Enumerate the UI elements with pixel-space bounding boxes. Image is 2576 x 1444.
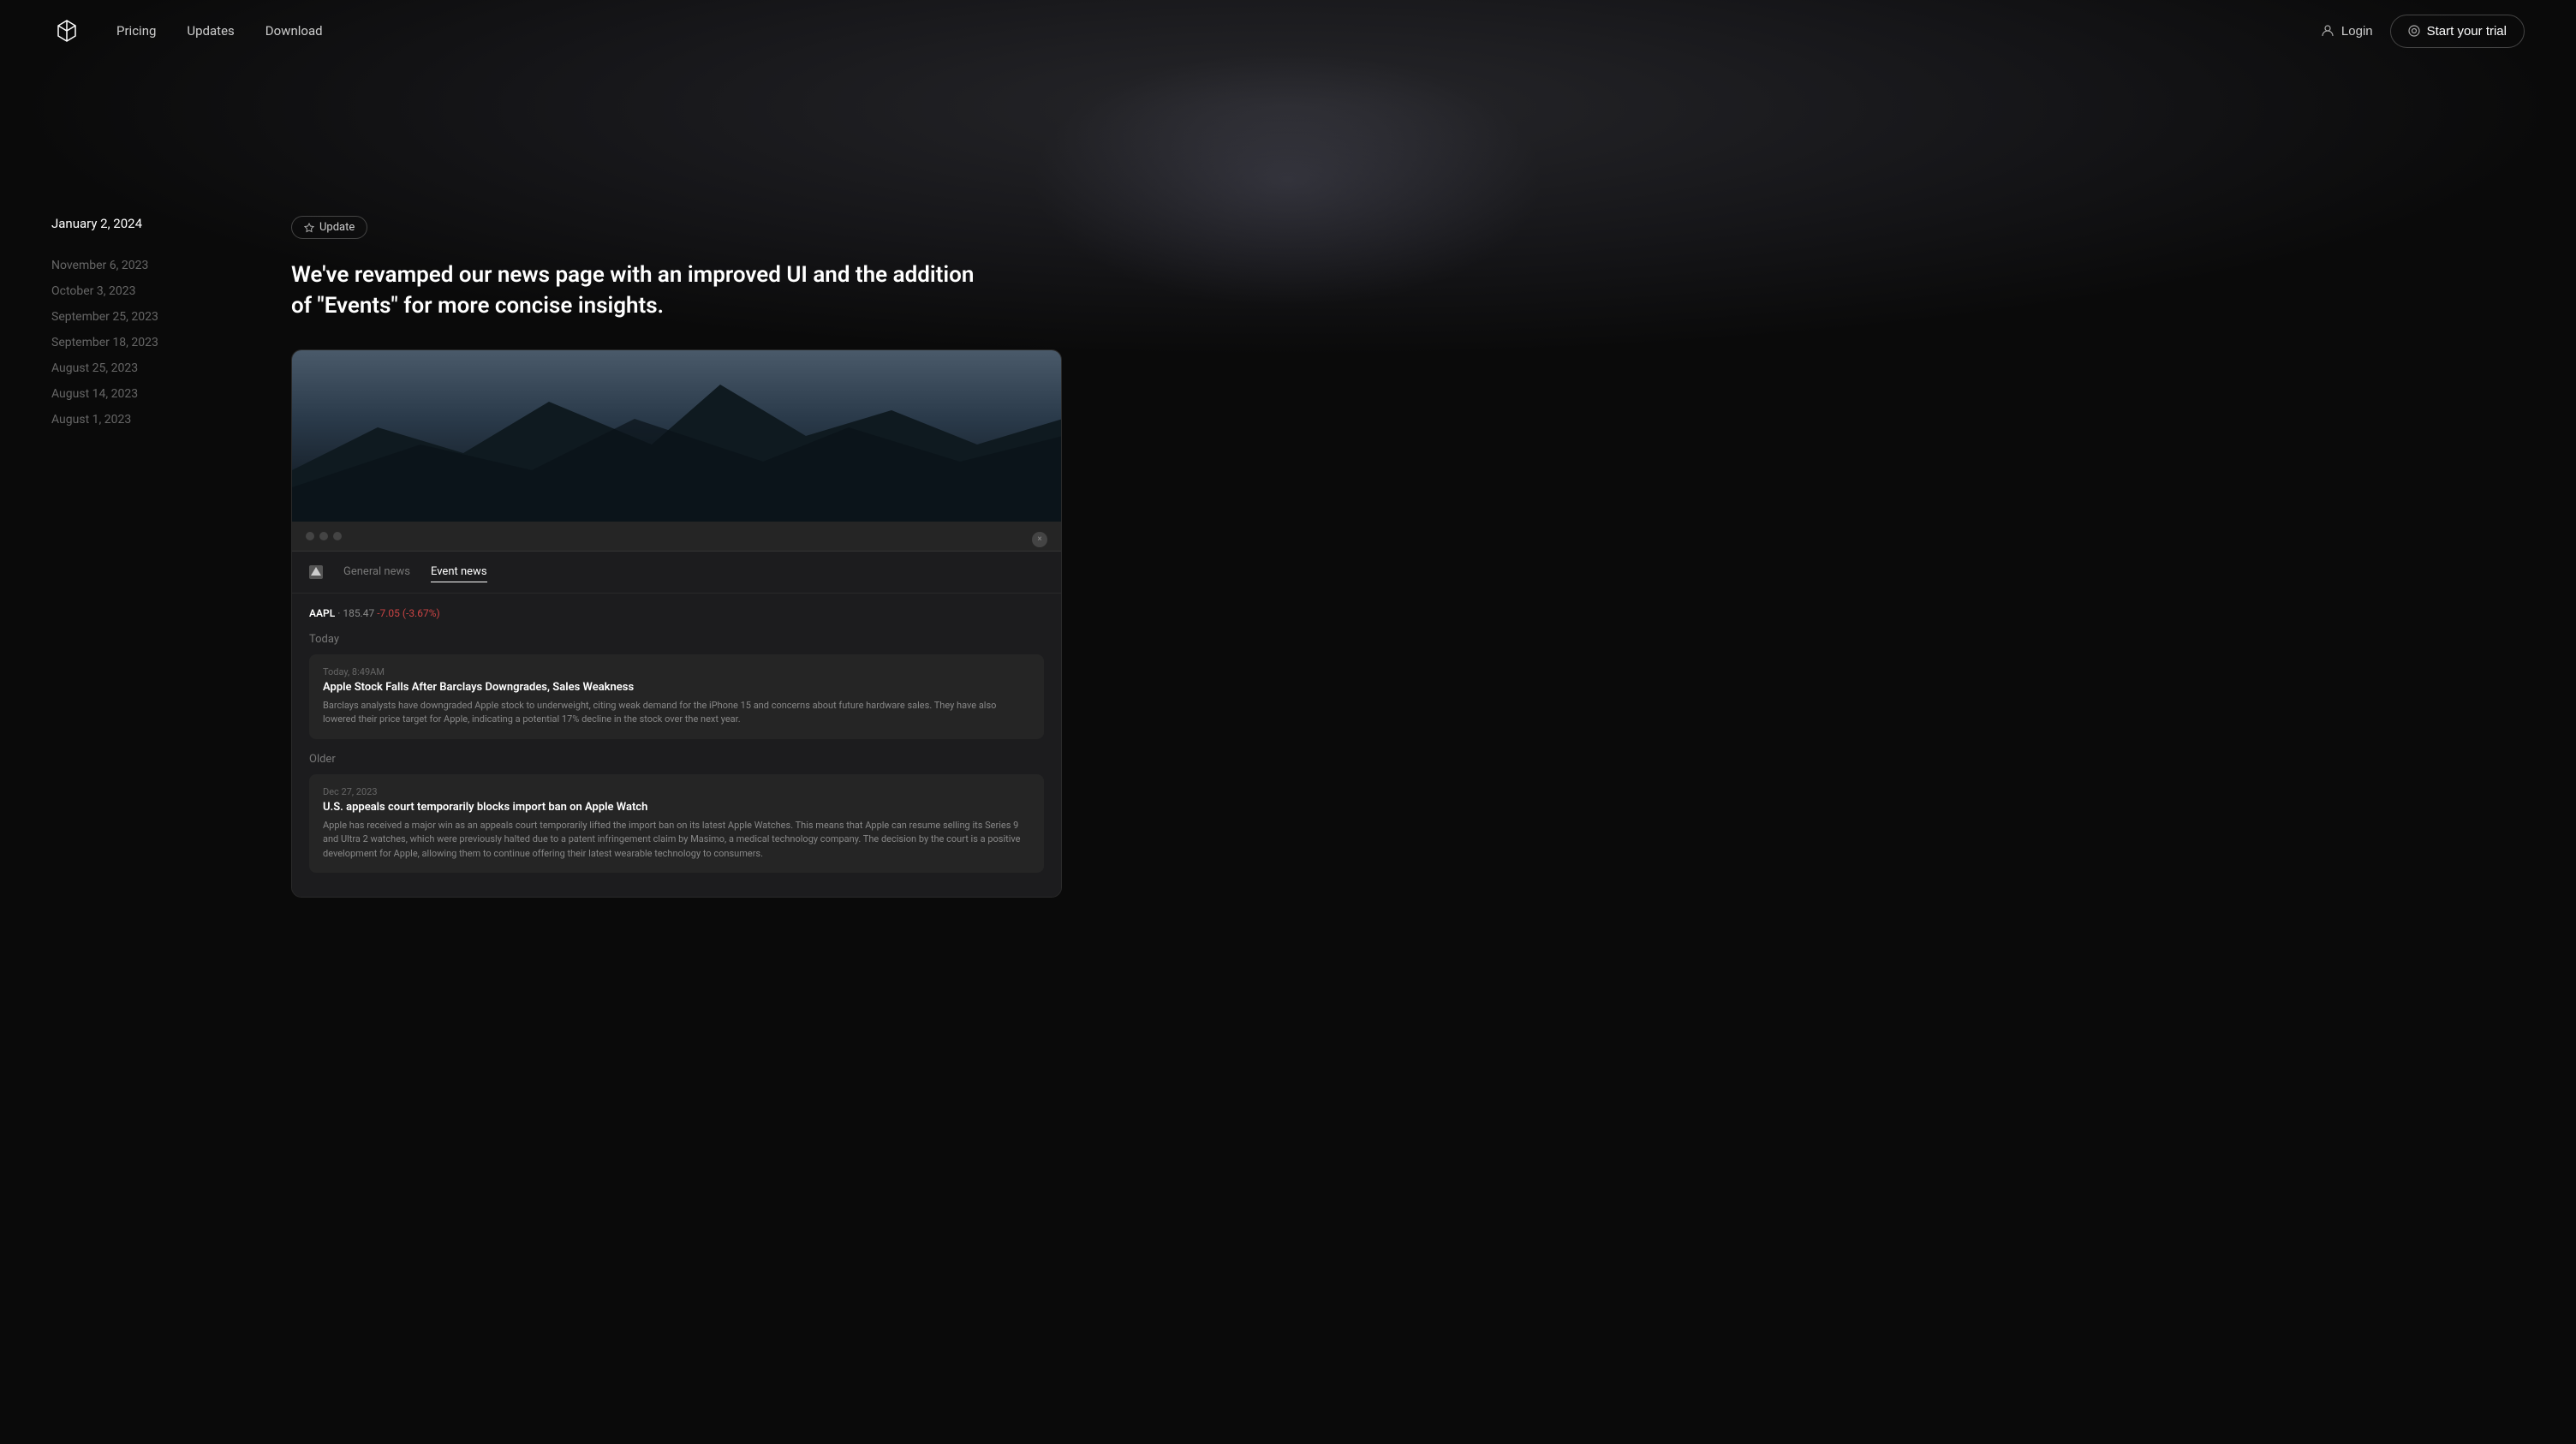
sidebar: January 2, 2024 November 6, 2023 October… [51, 216, 257, 898]
login-icon [2321, 24, 2334, 38]
app-window: × General news Event news A [292, 522, 1061, 898]
trial-button[interactable]: Start your trial [2390, 15, 2525, 48]
window-close[interactable]: × [1032, 532, 1047, 547]
ticker-info: AAPL · 185.47 -7.05 (-3.67%) [309, 607, 1044, 619]
dot-1 [306, 532, 314, 540]
nav-download[interactable]: Download [265, 23, 323, 39]
current-date: January 2, 2024 [51, 216, 257, 231]
date-item-6[interactable]: August 1, 2023 [51, 413, 257, 427]
app-nav: General news Event news [292, 552, 1061, 594]
date-item-3[interactable]: September 18, 2023 [51, 336, 257, 349]
badge-label: Update [319, 221, 355, 234]
window-chrome: × [292, 522, 1061, 552]
dot-3 [333, 532, 342, 540]
article-title: We've revamped our news page with an imp… [291, 260, 976, 322]
ticker-price: 185.47 [343, 607, 374, 619]
screenshot-container: × General news Event news A [291, 349, 1062, 898]
app-logo-icon [309, 565, 323, 579]
ticker-change: -7.05 (-3.67%) [377, 607, 439, 619]
main-content: January 2, 2024 November 6, 2023 October… [0, 62, 2576, 949]
nav-links: Pricing Updates Download [116, 23, 323, 39]
window-dots [306, 532, 342, 540]
nav-pricing[interactable]: Pricing [116, 23, 156, 39]
navigation: Pricing Updates Download Login Start you… [0, 0, 2576, 62]
nav-left: Pricing Updates Download [51, 15, 323, 46]
screenshot-bg [292, 350, 1061, 522]
login-button[interactable]: Login [2321, 24, 2373, 39]
logo[interactable] [51, 15, 82, 46]
news-body: Barclays analysts have downgraded Apple … [323, 699, 1030, 727]
date-list: November 6, 2023 October 3, 2023 Septemb… [51, 259, 257, 427]
news-body-older: Apple has received a major win as an app… [323, 819, 1030, 862]
update-icon [304, 223, 314, 233]
news-title: Apple Stock Falls After Barclays Downgra… [323, 681, 1030, 694]
date-item-5[interactable]: August 14, 2023 [51, 387, 257, 401]
trial-icon [2408, 25, 2420, 37]
update-badge: Update [291, 216, 367, 239]
news-card-today: Today, 8:49AM Apple Stock Falls After Ba… [309, 654, 1044, 739]
date-item-0[interactable]: November 6, 2023 [51, 259, 257, 272]
mountain-silhouette [292, 350, 1061, 522]
news-card-older: Dec 27, 2023 U.S. appeals court temporar… [309, 774, 1044, 874]
news-title-older: U.S. appeals court temporarily blocks im… [323, 801, 1030, 814]
date-item-4[interactable]: August 25, 2023 [51, 361, 257, 375]
article: Update We've revamped our news page with… [291, 216, 1062, 898]
nav-right: Login Start your trial [2321, 15, 2525, 48]
ticker-symbol: AAPL [309, 607, 335, 619]
app-body: AAPL · 185.47 -7.05 (-3.67%) Today Today… [292, 594, 1061, 898]
dot-2 [319, 532, 328, 540]
date-item-1[interactable]: October 3, 2023 [51, 284, 257, 298]
section-today: Today [309, 633, 1044, 646]
news-date-older: Dec 27, 2023 [323, 786, 1030, 797]
date-item-2[interactable]: September 25, 2023 [51, 310, 257, 324]
news-time: Today, 8:49AM [323, 666, 1030, 677]
app-tab-events[interactable]: Event news [431, 562, 487, 582]
section-older: Older [309, 753, 1044, 766]
app-tab-general[interactable]: General news [343, 562, 410, 582]
nav-updates[interactable]: Updates [187, 23, 234, 39]
